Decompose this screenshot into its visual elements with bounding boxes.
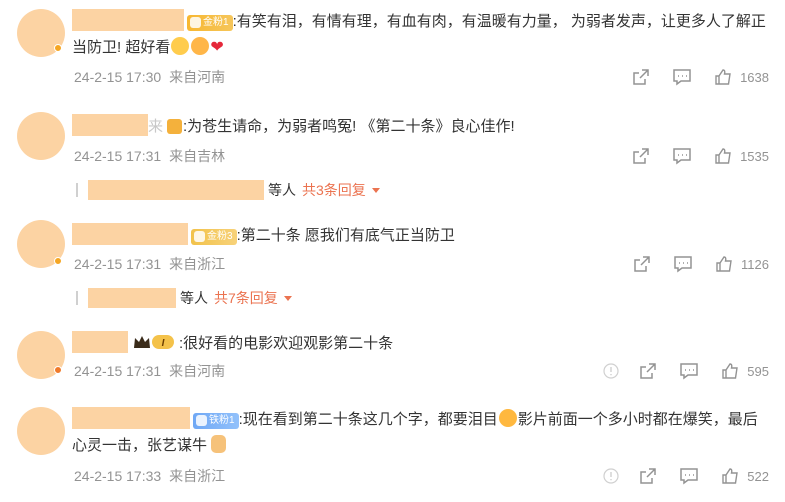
fan-badge[interactable]: 金粉1: [187, 15, 233, 31]
comment-actions: 522: [585, 465, 769, 487]
comment-meta: 24-2-15 17:31 来自吉林: [74, 146, 225, 166]
comment-body: :第二十条 愿我们有底气正当防卫: [236, 227, 455, 244]
comment-time: 24-2-15 17:31: [74, 363, 162, 379]
comment-icon[interactable]: [679, 362, 699, 380]
reply-summary: 等人 共3条回复: [76, 179, 380, 201]
share-icon[interactable]: [632, 68, 650, 86]
comment-body: :现在看到第二十条这几个字，都要泪目: [238, 411, 498, 428]
comment-icon[interactable]: [679, 467, 699, 485]
comment-location: 来自吉林: [169, 148, 226, 164]
avatar-status-dot: [54, 257, 62, 265]
like-count: 522: [747, 468, 769, 484]
comment-actions: 1535: [614, 145, 769, 167]
username[interactable]: [72, 407, 190, 429]
comment-time: 24-2-15 17:31: [74, 256, 162, 272]
cheering-face-emoji-icon: [191, 37, 210, 55]
comment-meta: 24-2-15 17:33 来自浙江: [74, 466, 225, 486]
like-count: 595: [747, 363, 769, 379]
comment-time: 24-2-15 17:31: [74, 148, 162, 164]
comment-item: 铁粉1:现在看到第二十条这几个字，都要泪目 影片前面一个多小时都在爆笑，最后心灵一…: [0, 398, 785, 502]
comment-text: 金粉3:第二十条 愿我们有底气正当防卫: [72, 223, 772, 249]
comment-location: 来自河南: [169, 363, 226, 379]
thumbs-up-emoji-icon: [211, 435, 227, 453]
share-icon[interactable]: [639, 467, 657, 485]
share-icon[interactable]: [632, 147, 650, 165]
comment-icon[interactable]: [672, 68, 692, 86]
username-tail: 来: [148, 118, 164, 135]
avatar[interactable]: [17, 407, 65, 455]
caret-down-icon: [283, 296, 292, 301]
caret-down-icon: [371, 188, 380, 193]
like-icon: [715, 148, 731, 164]
reply-divider: [76, 291, 78, 305]
avatar-status-dot: [54, 366, 62, 374]
comment-location: 来自河南: [169, 69, 226, 85]
comment-item: 金粉1:有笑有泪，有情有理，有血有肉，有温暖有力量， 为弱者发声，让更多人了解正…: [0, 0, 785, 96]
share-icon[interactable]: [633, 255, 651, 273]
comment-meta: 24-2-15 17:31 来自河南: [74, 361, 225, 381]
fan-badge[interactable]: 金粉3: [191, 229, 237, 245]
reply-divider: [76, 183, 78, 197]
comment-actions: 595: [585, 360, 769, 382]
vip-level-badge[interactable]: I: [132, 333, 176, 351]
comment-location: 来自浙江: [169, 468, 226, 484]
comment-item: 金粉3:第二十条 愿我们有底气正当防卫 24-2-15 17:31 来自浙江 1…: [0, 208, 785, 320]
like-icon: [722, 363, 739, 379]
kissing-face-emoji-icon: [498, 409, 517, 427]
avatar-status-dot: [54, 44, 62, 52]
like-button[interactable]: 1535: [714, 147, 769, 165]
vip-level-text: I: [162, 338, 165, 349]
expand-replies-link[interactable]: 共7条回复: [214, 288, 292, 308]
like-icon: [715, 69, 731, 85]
like-count: 1126: [741, 256, 769, 272]
heart-emoji-icon: ❤: [210, 39, 224, 56]
reply-usernames[interactable]: [88, 180, 264, 200]
reply-summary: 等人 共7条回复: [76, 287, 292, 309]
comment-actions: 1126: [615, 253, 769, 275]
comment-body: :为苍生请命，为弱者鸣冤! 《第二十条》良心佳作!: [183, 118, 515, 135]
comment-icon[interactable]: [672, 147, 692, 165]
crying-face-emoji-icon: [171, 37, 190, 55]
comment-actions: 1638: [614, 66, 769, 88]
like-button[interactable]: 522: [721, 467, 769, 485]
gold-crown-badge-icon: [167, 119, 183, 134]
fan-badge[interactable]: 铁粉1: [193, 413, 239, 429]
comment-text: I :很好看的电影欢迎观影第二十条: [72, 331, 772, 357]
comment-item: I :很好看的电影欢迎观影第二十条 24-2-15 17:31 来自河南 595: [0, 320, 785, 398]
like-icon: [716, 256, 732, 272]
comment-time: 24-2-15 17:30: [74, 69, 162, 85]
avatar[interactable]: [17, 112, 65, 160]
username[interactable]: [72, 114, 148, 136]
comment-location: 来自浙江: [169, 256, 226, 272]
comment-item: 来 :为苍生请命，为弱者鸣冤! 《第二十条》良心佳作! 24-2-15 17:31…: [0, 96, 785, 208]
comment-icon[interactable]: [673, 255, 693, 273]
comment-text: 来 :为苍生请命，为弱者鸣冤! 《第二十条》良心佳作!: [72, 114, 772, 140]
like-count: 1535: [740, 148, 769, 164]
comment-meta: 24-2-15 17:30 来自河南: [74, 67, 225, 87]
reply-usernames[interactable]: [88, 288, 176, 308]
comment-time: 24-2-15 17:33: [74, 468, 162, 484]
expand-replies-link[interactable]: 共3条回复: [302, 180, 380, 200]
username[interactable]: [72, 223, 188, 245]
comment-meta: 24-2-15 17:31 来自浙江: [74, 254, 225, 274]
share-icon[interactable]: [639, 362, 657, 380]
like-button[interactable]: 1126: [715, 255, 769, 273]
like-count: 1638: [740, 69, 769, 85]
username[interactable]: [72, 331, 128, 353]
like-button[interactable]: 595: [721, 362, 769, 380]
username[interactable]: [72, 9, 184, 31]
reply-people-text: 等人: [180, 290, 208, 306]
comment-text: 铁粉1:现在看到第二十条这几个字，都要泪目 影片前面一个多小时都在爆笑，最后心灵一…: [72, 407, 772, 459]
like-button[interactable]: 1638: [714, 68, 769, 86]
reply-people-text: 等人: [268, 182, 296, 198]
report-icon[interactable]: [603, 363, 619, 379]
comment-body: :很好看的电影欢迎观影第二十条: [179, 335, 394, 352]
report-icon[interactable]: [603, 468, 619, 484]
like-icon: [722, 468, 739, 484]
comment-text: 金粉1:有笑有泪，有情有理，有血有肉，有温暖有力量， 为弱者发声，让更多人了解正…: [72, 9, 772, 61]
